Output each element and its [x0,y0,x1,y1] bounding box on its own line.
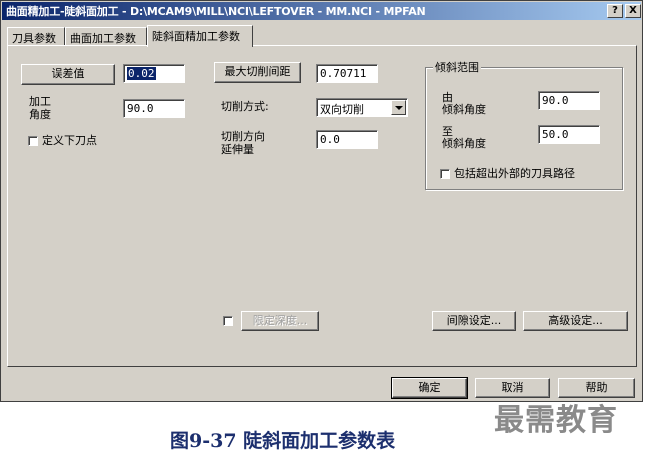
title-bar[interactable]: 曲面精加工-陡斜面加工 - D:\MCAM9\MILL\NCI\LEFTOVER… [2,2,641,20]
window-title: 曲面精加工-陡斜面加工 - D:\MCAM9\MILL\NCI\LEFTOVER… [6,5,426,18]
entry-point-label: 定义下刀点 [42,134,97,147]
cut-method-dropdown[interactable]: 双向切削 [316,98,408,117]
gap-settings-button[interactable]: 间隙设定... [432,311,516,331]
tolerance-button[interactable]: 误差值 [21,64,115,85]
limit-depth-button[interactable]: 限定深度... [241,311,319,331]
extend-label-line2: 延伸量 [221,143,254,156]
cut-method-label: 切削方式: [221,100,269,113]
chevron-down-icon[interactable] [391,100,406,115]
slope-range-title: 倾斜范围 [433,61,481,74]
tab-steep-finish-params[interactable]: 陡斜面精加工参数 [147,25,253,47]
tab-surface-params[interactable]: 曲面加工参数 [65,27,147,46]
from-label-line2: 倾斜角度 [442,103,486,116]
max-stepover-input[interactable]: 0.70711 [316,64,378,83]
tolerance-value: 0.02 [127,67,156,80]
tolerance-input[interactable]: 0.02 [123,64,185,83]
to-angle-input[interactable]: 50.0 [538,125,600,144]
angle-label-line2: 角度 [29,108,51,121]
tab-tool-params[interactable]: 刀具参数 [7,27,65,46]
help-title-button[interactable]: ? [607,4,623,18]
angle-label-line1: 加工 [29,95,51,108]
machining-angle-input[interactable]: 90.0 [123,99,185,118]
include-outside-checkbox[interactable] [440,169,450,179]
figure-caption: 图9-37 陡斜面加工参数表 [170,430,396,452]
include-outside-label: 包括超出外部的刀具路径 [454,167,575,180]
limit-depth-checkbox[interactable] [223,316,233,326]
entry-point-checkbox[interactable] [28,136,38,146]
extend-amount-input[interactable]: 0.0 [316,130,378,149]
to-label-line2: 倾斜角度 [442,137,486,150]
ok-button[interactable]: 确定 [391,377,468,399]
cut-method-value: 双向切削 [320,103,364,116]
close-title-button[interactable]: X [625,4,641,18]
max-stepover-button[interactable]: 最大切削间距 [214,62,301,83]
advanced-settings-button[interactable]: 高级设定... [523,311,628,331]
dialog-window: 曲面精加工-陡斜面加工 - D:\MCAM9\MILL\NCI\LEFTOVER… [0,0,643,402]
from-angle-input[interactable]: 90.0 [538,91,600,110]
extend-label-line1: 切削方向 [221,130,265,143]
watermark-text: 最需教育 [494,403,618,438]
